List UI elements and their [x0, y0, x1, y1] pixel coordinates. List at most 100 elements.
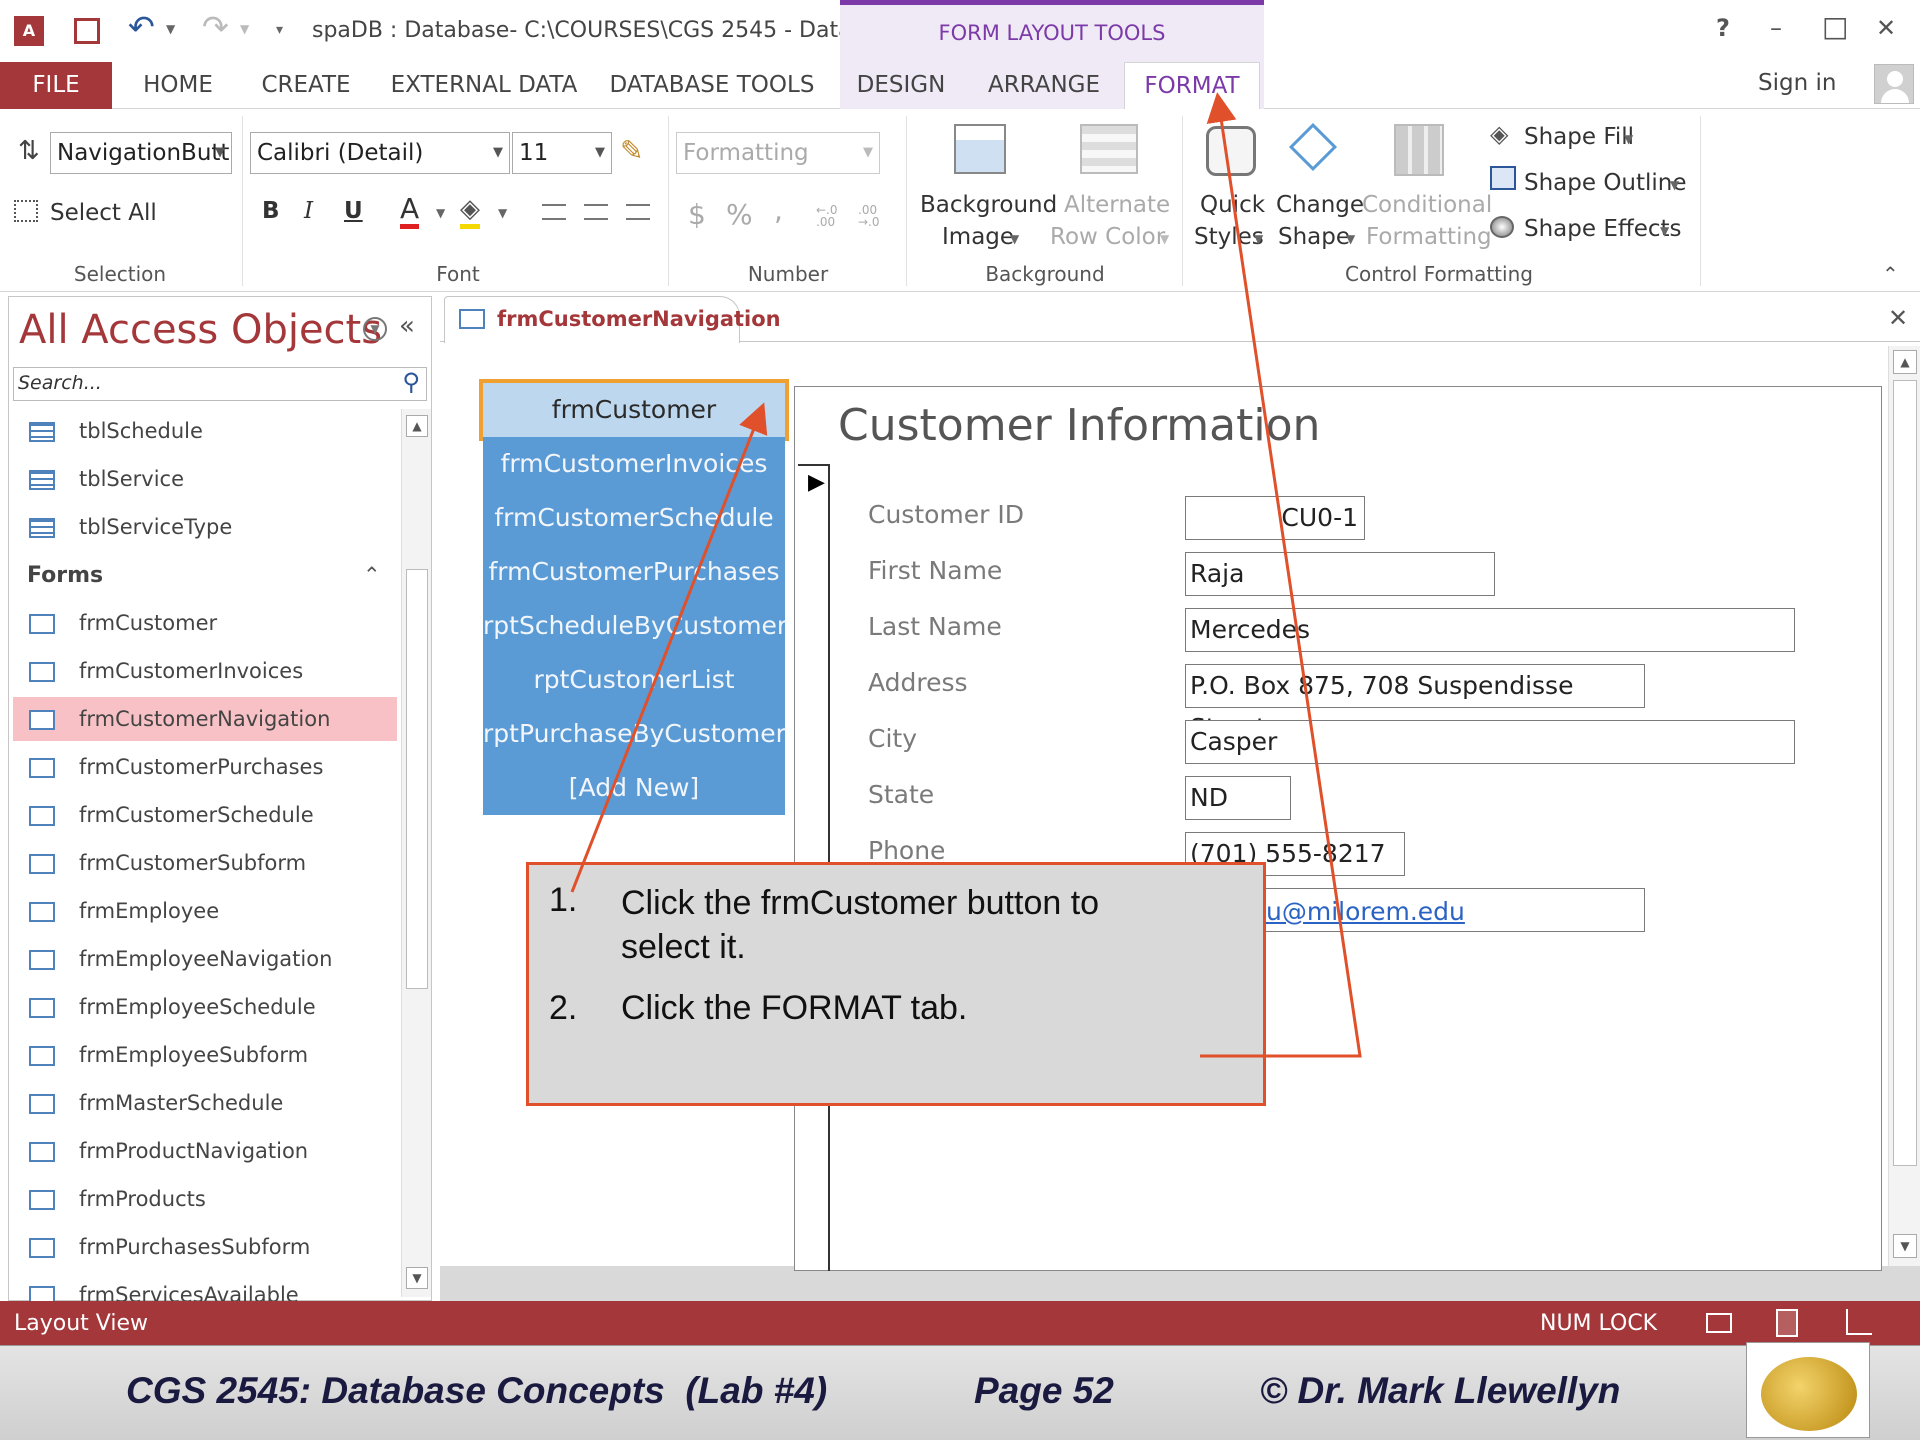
sign-in-link[interactable]: Sign in — [1758, 70, 1836, 96]
shape-outline-button[interactable]: Shape Outline — [1524, 170, 1687, 196]
doc-tab-frmcustomernavigation[interactable]: frmCustomerNavigation — [444, 296, 781, 343]
redo-dropdown-icon[interactable]: ▼ — [240, 22, 249, 36]
email-value[interactable]: u@milorem.edu — [1266, 897, 1465, 926]
nav-table-item[interactable]: tblSchedule — [29, 409, 203, 453]
nav-button-frmcustomer[interactable]: frmCustomer — [479, 379, 789, 441]
quick-access-customize-icon[interactable]: ▾ — [276, 22, 283, 38]
tab-home[interactable]: HOME — [130, 62, 226, 109]
nav-button-frmcustomerschedule[interactable]: frmCustomerSchedule — [483, 491, 785, 545]
undo-dropdown-icon[interactable]: ▼ — [166, 22, 175, 36]
shape-fill-icon[interactable]: ◈ — [1490, 120, 1508, 148]
shape-fill-button[interactable]: Shape Fill — [1524, 124, 1634, 150]
nav-table-item[interactable]: tblServiceType — [29, 505, 232, 549]
background-image-icon[interactable] — [954, 124, 1006, 174]
change-shape-label-2[interactable]: Shape — [1278, 224, 1350, 250]
nav-form-item[interactable]: frmCustomer — [29, 601, 217, 645]
nav-form-item[interactable]: frmPurchasesSubform — [29, 1225, 310, 1269]
comma-button[interactable]: , — [774, 194, 783, 227]
italic-button[interactable]: I — [304, 198, 313, 224]
nav-form-item[interactable]: frmEmployeeSchedule — [29, 985, 316, 1029]
field-value-input[interactable]: Raja — [1185, 552, 1495, 596]
shape-effects-dropdown-icon[interactable]: ▼ — [1660, 224, 1669, 238]
close-button[interactable]: ✕ — [1876, 14, 1896, 42]
redo-icon[interactable]: ↷ — [202, 8, 229, 46]
decrease-decimals-button[interactable]: .00 →.0 — [858, 204, 888, 228]
quick-styles-label-1[interactable]: Quick — [1200, 192, 1265, 218]
scroll-up-icon[interactable]: ▲ — [1893, 350, 1917, 374]
form-view-icon[interactable] — [1706, 1313, 1732, 1333]
nav-form-item[interactable]: frmProducts — [29, 1177, 206, 1221]
align-right-icon[interactable] — [626, 204, 650, 220]
nav-form-item[interactable]: frmMasterSchedule — [29, 1081, 283, 1125]
nav-form-item[interactable]: frmCustomerSubform — [29, 841, 306, 885]
forms-group-header[interactable]: Forms ⌃ — [27, 553, 381, 597]
tab-create[interactable]: CREATE — [250, 62, 362, 109]
change-shape-dropdown-icon[interactable]: ▼ — [1346, 232, 1355, 246]
shape-outline-dropdown-icon[interactable]: ▼ — [1670, 178, 1679, 192]
nav-form-item[interactable]: frmProductNavigation — [29, 1129, 308, 1173]
shape-effects-button[interactable]: Shape Effects — [1524, 216, 1682, 242]
alternate-row-label-1[interactable]: Alternate — [1064, 192, 1170, 218]
shape-outline-icon[interactable] — [1490, 166, 1516, 190]
currency-button[interactable]: $ — [688, 198, 706, 231]
conditional-formatting-icon[interactable] — [1394, 124, 1444, 176]
alternate-row-label-2[interactable]: Row Color — [1050, 224, 1165, 250]
nav-form-item[interactable]: frmEmployeeNavigation — [29, 937, 332, 981]
quick-styles-icon[interactable] — [1206, 126, 1256, 176]
nav-form-item[interactable]: frmEmployeeSubform — [29, 1033, 308, 1077]
scroll-down-icon[interactable]: ▼ — [406, 1267, 428, 1289]
tab-external-data[interactable]: EXTERNAL DATA — [388, 62, 580, 109]
nav-button-rptschedulebycustomer[interactable]: rptScheduleByCustomer — [483, 599, 787, 653]
undo-icon[interactable]: ↶ — [128, 8, 155, 46]
design-view-icon[interactable] — [1846, 1309, 1872, 1335]
close-document-icon[interactable]: ✕ — [1888, 304, 1908, 332]
conditional-formatting-label-2[interactable]: Formatting — [1366, 224, 1492, 250]
conditional-formatting-label-1[interactable]: Conditional — [1362, 192, 1492, 218]
nav-table-item[interactable]: tblService — [29, 457, 184, 501]
align-center-icon[interactable] — [584, 204, 608, 220]
change-shape-icon[interactable] — [1288, 122, 1342, 176]
nav-form-item[interactable]: frmCustomerInvoices — [29, 649, 303, 693]
background-image-label-2[interactable]: Image — [942, 224, 1014, 250]
maximize-button[interactable]: □ — [1822, 10, 1848, 43]
scroll-down-icon[interactable]: ▼ — [1893, 1234, 1917, 1258]
tab-database-tools[interactable]: DATABASE TOOLS — [608, 62, 816, 109]
number-format-combo[interactable]: Formatting ▼ — [676, 132, 880, 174]
field-value-input[interactable]: CU0-1 — [1185, 496, 1365, 540]
nav-form-item[interactable]: frmCustomerSchedule — [29, 793, 314, 837]
field-value-input[interactable]: ND — [1185, 776, 1291, 820]
font-color-dropdown-icon[interactable]: ▼ — [436, 206, 445, 220]
doc-vscroll[interactable]: ▲ ▼ — [1888, 346, 1920, 1266]
font-family-combo[interactable]: Calibri (Detail) ▼ — [250, 132, 510, 174]
nav-pane-title[interactable]: All Access Objects — [19, 307, 382, 353]
alternate-row-dropdown-icon[interactable]: ▼ — [1160, 232, 1169, 246]
minimize-button[interactable]: – — [1770, 14, 1782, 42]
help-button[interactable]: ? — [1716, 14, 1730, 42]
scroll-up-icon[interactable]: ▲ — [406, 415, 428, 437]
percent-button[interactable]: % — [726, 198, 753, 231]
collapse-group-icon[interactable]: ⌃ — [363, 553, 381, 597]
layout-view-icon[interactable] — [1776, 1309, 1798, 1337]
font-size-combo[interactable]: 11 ▼ — [512, 132, 612, 174]
background-image-label-1[interactable]: Background — [920, 192, 1057, 218]
field-value-input[interactable]: Casper — [1185, 720, 1795, 764]
align-left-icon[interactable] — [542, 204, 566, 220]
bold-button[interactable]: B — [262, 198, 280, 224]
alternate-row-color-icon[interactable] — [1080, 124, 1138, 174]
shape-effects-icon[interactable] — [1490, 216, 1514, 238]
shutter-bar-close-icon[interactable]: « — [399, 311, 415, 341]
search-input[interactable]: Search... ⚲ — [13, 367, 427, 401]
fill-color-dropdown-icon[interactable]: ▼ — [498, 206, 507, 220]
background-image-dropdown-icon[interactable]: ▼ — [1010, 232, 1019, 246]
object-selector-combo[interactable]: NavigationButt ▼ — [50, 132, 232, 174]
save-icon[interactable] — [74, 18, 100, 44]
increase-decimals-button[interactable]: ←.0 .00 — [816, 204, 846, 228]
tab-file[interactable]: FILE — [0, 62, 112, 109]
tab-format[interactable]: FORMAT — [1124, 62, 1260, 110]
nav-form-item[interactable]: frmCustomerNavigation — [13, 697, 397, 741]
nav-button-rptcustomerlist[interactable]: rptCustomerList — [483, 653, 785, 707]
fill-color-icon[interactable]: ◈ — [460, 194, 480, 229]
nav-pane-menu-icon[interactable]: ▼ — [363, 317, 387, 341]
format-painter-icon[interactable]: ✎ — [620, 134, 643, 167]
nav-form-item[interactable]: frmCustomerPurchases — [29, 745, 323, 789]
